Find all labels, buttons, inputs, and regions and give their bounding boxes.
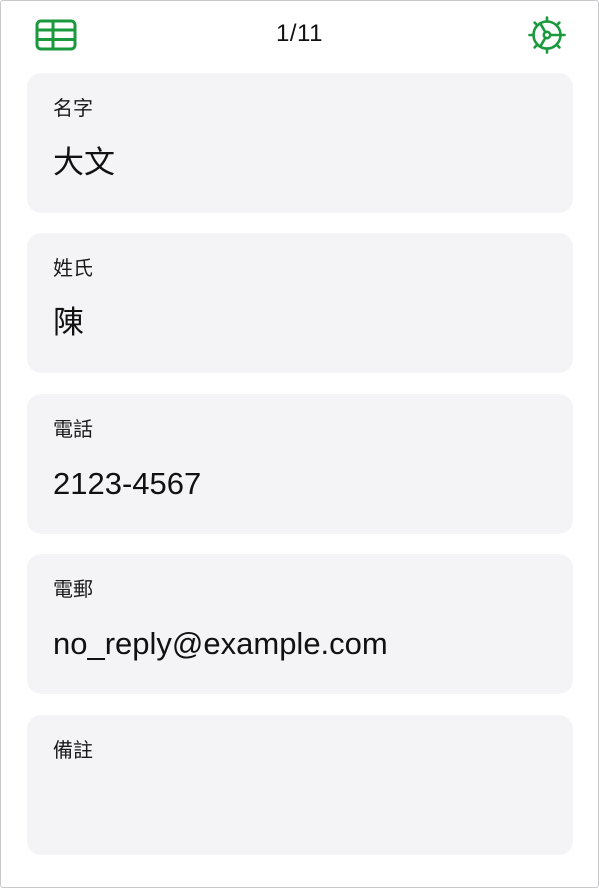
gear-icon (528, 16, 566, 54)
field-card-email[interactable]: 電郵 no_reply@example.com (27, 554, 573, 694)
settings-button[interactable] (525, 13, 569, 57)
field-card-phone[interactable]: 電話 2123-4567 (27, 394, 573, 534)
toolbar: 1/11 (1, 1, 598, 67)
field-card-first-name[interactable]: 名字 大文 (27, 73, 573, 213)
field-value-first-name[interactable]: 大文 (53, 143, 115, 183)
field-card-notes[interactable]: 備註 (27, 715, 573, 855)
field-value-phone[interactable]: 2123-4567 (53, 464, 201, 504)
field-card-last-name[interactable]: 姓氏 陳 (27, 233, 573, 373)
field-value-email[interactable]: no_reply@example.com (53, 624, 388, 664)
record-counter: 1/11 (276, 20, 323, 47)
field-value-last-name[interactable]: 陳 (53, 303, 84, 343)
field-label: 備註 (53, 738, 93, 762)
record-form-screen: 1/11 名字 大文 姓氏 陳 電話 2123-4567 電郵 no_reply… (0, 0, 599, 888)
field-label: 名字 (53, 96, 93, 120)
field-label: 電郵 (53, 577, 93, 601)
field-label: 姓氏 (53, 256, 93, 280)
field-label: 電話 (53, 417, 93, 441)
